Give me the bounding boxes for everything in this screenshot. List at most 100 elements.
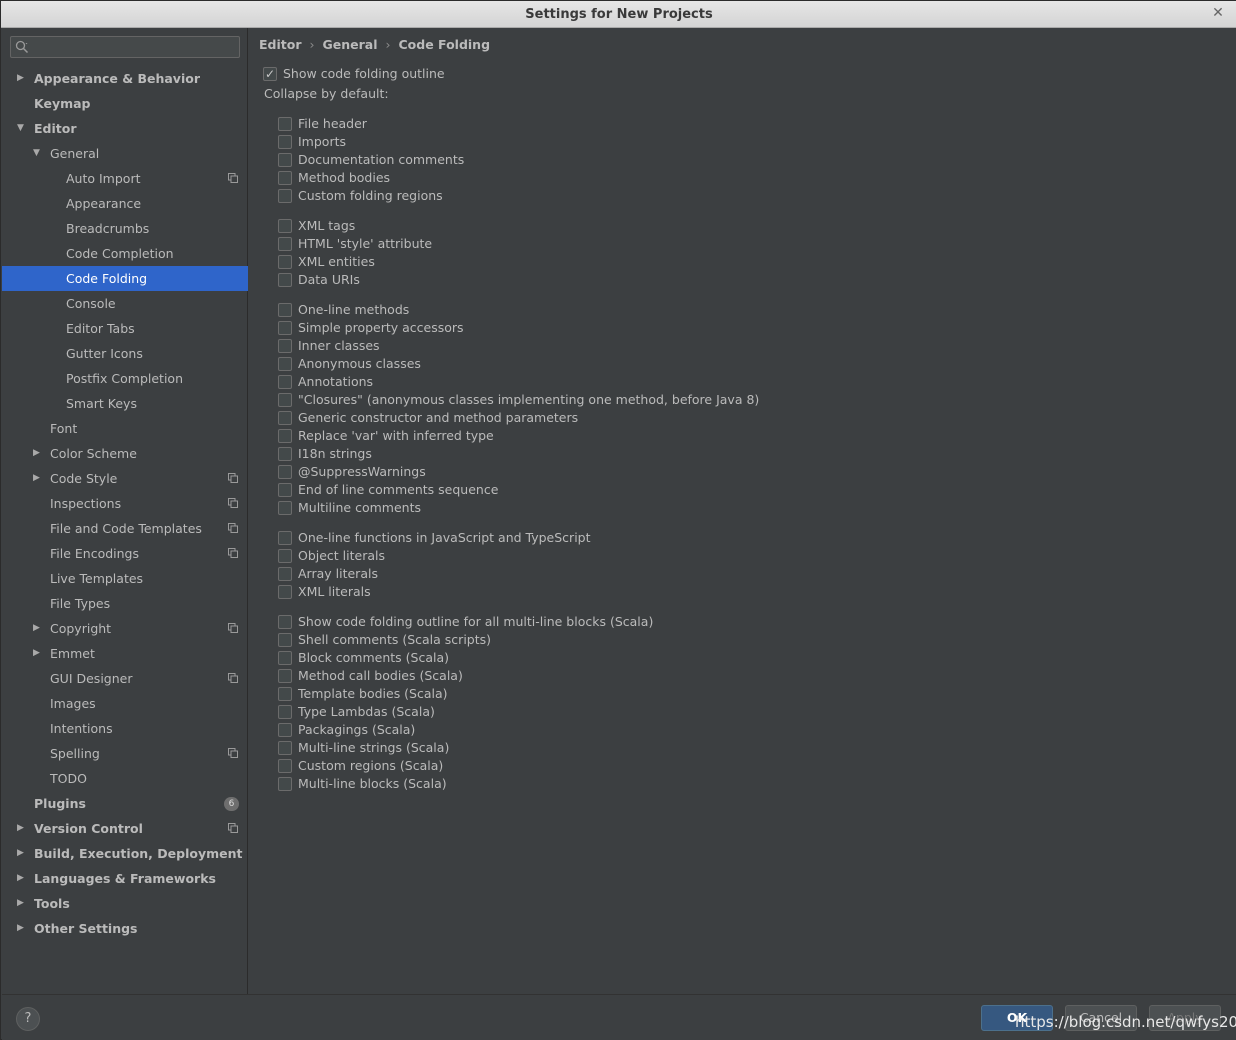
expand-arrow-right-icon[interactable]: ▶ — [17, 841, 27, 866]
expand-arrow-right-icon[interactable]: ▶ — [17, 866, 27, 891]
help-button[interactable]: ? — [16, 1007, 40, 1031]
checkbox-label: HTML 'style' attribute — [298, 236, 433, 251]
sidebar-item-file-and-code-templates[interactable]: File and Code Templates — [2, 516, 248, 541]
checkbox-box[interactable] — [278, 447, 292, 461]
checkbox-box[interactable] — [278, 723, 292, 737]
sidebar-item-font[interactable]: Font — [2, 416, 248, 441]
sidebar-item-plugins[interactable]: Plugins 6 — [2, 791, 248, 816]
sidebar-item-auto-import[interactable]: Auto Import — [2, 166, 248, 191]
sidebar-item-code-completion[interactable]: Code Completion — [2, 241, 248, 266]
sidebar-item-label: Images — [50, 696, 96, 711]
checkbox-box[interactable] — [278, 339, 292, 353]
sidebar-item-editor-tabs[interactable]: Editor Tabs — [2, 316, 248, 341]
sidebar-item-file-types[interactable]: File Types — [2, 591, 248, 616]
checkbox-box[interactable] — [278, 483, 292, 497]
checkbox-box[interactable] — [278, 189, 292, 203]
checkbox-box[interactable] — [278, 153, 292, 167]
sidebar-item-code-folding[interactable]: Code Folding — [2, 266, 248, 291]
sidebar-item-emmet[interactable]: ▶ Emmet — [2, 641, 248, 666]
sidebar-item-copyright[interactable]: ▶ Copyright — [2, 616, 248, 641]
checkbox-box[interactable] — [278, 615, 292, 629]
checkbox-box[interactable] — [278, 273, 292, 287]
project-level-icon — [228, 823, 238, 833]
checkbox-box[interactable] — [278, 357, 292, 371]
checkbox-box[interactable] — [278, 777, 292, 791]
sidebar-item-inspections[interactable]: Inspections — [2, 491, 248, 516]
sidebar-item-spelling[interactable]: Spelling — [2, 741, 248, 766]
sidebar-item-postfix-completion[interactable]: Postfix Completion — [2, 366, 248, 391]
expand-arrow-right-icon[interactable]: ▶ — [33, 641, 43, 666]
sidebar-item-label: Build, Execution, Deployment — [34, 846, 243, 861]
sidebar-item-console[interactable]: Console — [2, 291, 248, 316]
expand-arrow-right-icon[interactable]: ▶ — [17, 891, 27, 916]
checkbox-box[interactable] — [278, 255, 292, 269]
sidebar-item-appearance-behavior[interactable]: ▶ Appearance & Behavior — [2, 66, 248, 91]
checkbox-box[interactable] — [278, 501, 292, 515]
checkbox-box[interactable] — [278, 237, 292, 251]
checkbox-box[interactable] — [278, 633, 292, 647]
checkbox-box[interactable] — [278, 531, 292, 545]
checkbox-label: Multiline comments — [298, 500, 421, 515]
sidebar-item-color-scheme[interactable]: ▶ Color Scheme — [2, 441, 248, 466]
sidebar-item-todo[interactable]: TODO — [2, 766, 248, 791]
checkbox-box[interactable] — [278, 411, 292, 425]
sidebar-item-build-execution-deployment[interactable]: ▶ Build, Execution, Deployment — [2, 841, 248, 866]
checkbox-box[interactable] — [278, 465, 292, 479]
sidebar-item-intentions[interactable]: Intentions — [2, 716, 248, 741]
expand-arrow-down-icon[interactable]: ▼ — [33, 141, 43, 166]
sidebar-item-code-style[interactable]: ▶ Code Style — [2, 466, 248, 491]
expand-arrow-right-icon[interactable]: ▶ — [17, 816, 27, 841]
sidebar-item-images[interactable]: Images — [2, 691, 248, 716]
sidebar-item-breadcrumbs[interactable]: Breadcrumbs — [2, 216, 248, 241]
close-icon[interactable]: ✕ — [1211, 6, 1225, 20]
settings-dialog: Settings for New Projects ✕ ▶ Appearance … — [0, 0, 1236, 1040]
sidebar-item-appearance[interactable]: Appearance — [2, 191, 248, 216]
checkbox-box[interactable] — [278, 759, 292, 773]
checkbox-box[interactable] — [278, 741, 292, 755]
sidebar-item-gui-designer[interactable]: GUI Designer — [2, 666, 248, 691]
sidebar-item-smart-keys[interactable]: Smart Keys — [2, 391, 248, 416]
expand-arrow-right-icon[interactable]: ▶ — [33, 441, 43, 466]
checkbox-box[interactable] — [278, 321, 292, 335]
checkbox-label: Documentation comments — [298, 152, 465, 167]
sidebar-item-keymap[interactable]: Keymap — [2, 91, 248, 116]
breadcrumb-editor[interactable]: Editor — [259, 37, 302, 52]
search-field[interactable] — [10, 36, 240, 58]
checkbox-box[interactable] — [278, 585, 292, 599]
checkbox-box[interactable] — [278, 669, 292, 683]
checkbox-label: Annotations — [298, 374, 374, 389]
checkbox-box[interactable] — [278, 171, 292, 185]
sidebar-item-version-control[interactable]: ▶ Version Control — [2, 816, 248, 841]
expand-arrow-right-icon[interactable]: ▶ — [17, 66, 27, 91]
sidebar-item-languages-frameworks[interactable]: ▶ Languages & Frameworks — [2, 866, 248, 891]
breadcrumb-general[interactable]: General — [323, 37, 378, 52]
sidebar-item-editor[interactable]: ▼ Editor — [2, 116, 248, 141]
checkbox-box[interactable] — [278, 429, 292, 443]
project-level-icon — [228, 673, 238, 683]
checkbox-box[interactable] — [278, 687, 292, 701]
sidebar-item-general[interactable]: ▼ General — [2, 141, 248, 166]
checkbox-box[interactable] — [278, 549, 292, 563]
checkbox-box[interactable] — [278, 219, 292, 233]
sidebar-item-gutter-icons[interactable]: Gutter Icons — [2, 341, 248, 366]
expand-arrow-right-icon[interactable]: ▶ — [17, 916, 27, 941]
checkbox-box[interactable] — [278, 393, 292, 407]
sidebar-item-file-encodings[interactable]: File Encodings — [2, 541, 248, 566]
search-input[interactable] — [35, 39, 235, 55]
checkbox-label: One-line functions in JavaScript and Typ… — [298, 530, 591, 545]
checkbox-box[interactable] — [278, 651, 292, 665]
checkbox-box[interactable] — [278, 375, 292, 389]
checkbox-label: XML literals — [298, 584, 371, 599]
sidebar-item-tools[interactable]: ▶ Tools — [2, 891, 248, 916]
checkbox-box[interactable] — [278, 135, 292, 149]
expand-arrow-right-icon[interactable]: ▶ — [33, 616, 43, 641]
sidebar-item-other-settings[interactable]: ▶ Other Settings — [2, 916, 248, 941]
checkbox-box[interactable] — [278, 117, 292, 131]
checkbox-box[interactable] — [263, 65, 277, 83]
expand-arrow-down-icon[interactable]: ▼ — [17, 116, 27, 141]
checkbox-box[interactable] — [278, 303, 292, 317]
sidebar-item-live-templates[interactable]: Live Templates — [2, 566, 248, 591]
checkbox-box[interactable] — [278, 567, 292, 581]
checkbox-box[interactable] — [278, 705, 292, 719]
expand-arrow-right-icon[interactable]: ▶ — [33, 466, 43, 491]
